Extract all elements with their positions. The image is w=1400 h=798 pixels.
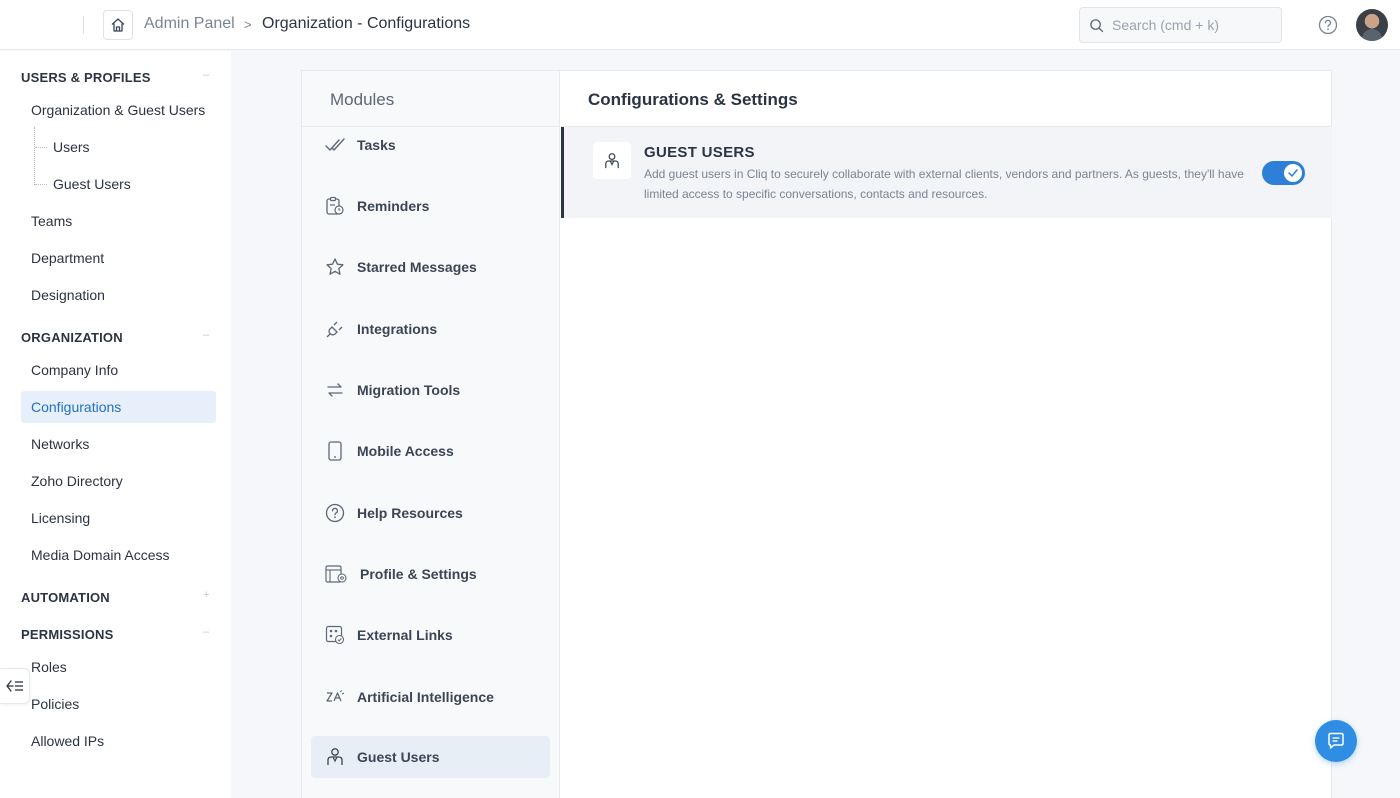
sidebar-item-company-info[interactable]: Company Info bbox=[21, 354, 216, 386]
configurations-card: Modules Tasks Reminders Starred Messages… bbox=[301, 70, 1332, 798]
sidebar-item-configurations[interactable]: Configurations bbox=[21, 391, 216, 423]
module-mobile-access[interactable]: Mobile Access bbox=[311, 430, 550, 472]
help-icon bbox=[1318, 15, 1338, 35]
collapse-menu-icon bbox=[5, 680, 23, 692]
section-permissions[interactable]: PERMISSIONS bbox=[21, 627, 114, 642]
setting-description: Add guest users in Cliq to securely coll… bbox=[644, 167, 1244, 201]
sidebar-item-teams[interactable]: Teams bbox=[21, 205, 216, 237]
module-integrations[interactable]: Integrations bbox=[311, 308, 550, 350]
breadcrumb-current: Organization - Configurations bbox=[262, 15, 471, 32]
sidebar-item-guest-users[interactable]: Guest Users bbox=[43, 168, 213, 200]
search-icon bbox=[1090, 18, 1104, 32]
collapse-users-profiles-icon[interactable]: – bbox=[203, 69, 209, 81]
home-button[interactable] bbox=[103, 10, 133, 40]
expand-automation-icon[interactable]: + bbox=[203, 589, 209, 601]
sidebar-item-department[interactable]: Department bbox=[21, 242, 216, 274]
modules-title: Modules bbox=[330, 90, 395, 109]
module-help-resources[interactable]: Help Resources bbox=[311, 492, 550, 534]
module-label: Starred Messages bbox=[357, 259, 477, 275]
module-starred-messages[interactable]: Starred Messages bbox=[311, 246, 550, 288]
module-profile-settings[interactable]: Profile & Settings bbox=[311, 553, 550, 595]
collapse-permissions-icon[interactable]: – bbox=[203, 626, 209, 638]
module-label: Artificial Intelligence bbox=[357, 689, 494, 705]
chat-bubble-icon bbox=[1328, 732, 1344, 749]
module-label: Help Resources bbox=[357, 505, 463, 521]
home-icon bbox=[111, 18, 125, 32]
mobile-icon bbox=[325, 441, 345, 461]
breadcrumb-separator: > bbox=[244, 17, 252, 32]
modules-panel: Modules Tasks Reminders Starred Messages… bbox=[302, 71, 560, 798]
reminders-icon bbox=[325, 196, 345, 216]
module-label: Profile & Settings bbox=[360, 566, 477, 582]
module-reminders[interactable]: Reminders bbox=[311, 185, 550, 227]
toggle-knob bbox=[1284, 164, 1302, 182]
star-icon bbox=[325, 257, 345, 277]
sidebar-item-roles[interactable]: Roles bbox=[21, 651, 216, 683]
module-label: Tasks bbox=[357, 137, 396, 153]
help-icon bbox=[325, 503, 345, 523]
sidebar-item-licensing[interactable]: Licensing bbox=[21, 502, 216, 534]
plug-icon bbox=[325, 319, 345, 339]
module-label: Reminders bbox=[357, 198, 430, 214]
sidebar-item-users[interactable]: Users bbox=[43, 131, 213, 163]
module-external-links[interactable]: External Links bbox=[311, 614, 550, 656]
sidebar-item-policies[interactable]: Policies bbox=[21, 688, 216, 720]
module-label: Migration Tools bbox=[357, 382, 461, 398]
guest-user-icon bbox=[325, 747, 345, 767]
search-input[interactable] bbox=[1112, 17, 1272, 33]
guest-users-setting-row: GUEST USERS Add guest users in Cliq to s… bbox=[561, 127, 1332, 218]
search-box[interactable] bbox=[1079, 7, 1282, 43]
section-organization[interactable]: ORGANIZATION bbox=[21, 330, 123, 345]
external-links-icon bbox=[325, 625, 345, 645]
ai-icon bbox=[325, 687, 345, 707]
module-label: Mobile Access bbox=[357, 443, 454, 459]
guest-users-toggle[interactable] bbox=[1262, 161, 1305, 185]
sidebar-item-allowed-ips[interactable]: Allowed IPs bbox=[21, 725, 216, 757]
help-button[interactable] bbox=[1318, 15, 1338, 40]
section-users-profiles[interactable]: USERS & PROFILES bbox=[21, 70, 151, 85]
module-artificial-intelligence[interactable]: Artificial Intelligence bbox=[311, 676, 550, 718]
collapse-organization-icon[interactable]: – bbox=[203, 329, 209, 341]
section-automation[interactable]: AUTOMATION bbox=[21, 590, 110, 605]
chat-button[interactable] bbox=[1315, 720, 1357, 762]
top-header: Admin Panel > Organization - Configurati… bbox=[0, 0, 1400, 50]
sidebar-item-designation[interactable]: Designation bbox=[21, 279, 216, 311]
migration-arrows-icon bbox=[325, 380, 345, 400]
profile-settings-icon bbox=[325, 564, 348, 584]
module-tasks[interactable]: Tasks bbox=[311, 124, 550, 166]
module-guest-users[interactable]: Guest Users bbox=[311, 736, 550, 778]
guest-user-icon bbox=[593, 142, 631, 179]
module-label: Integrations bbox=[357, 321, 438, 337]
settings-title: Configurations & Settings bbox=[588, 90, 798, 109]
left-sidebar: USERS & PROFILES – Organization & Guest … bbox=[0, 51, 231, 798]
check-icon bbox=[1288, 169, 1298, 177]
tasks-icon bbox=[325, 135, 345, 155]
sidebar-item-networks[interactable]: Networks bbox=[21, 428, 216, 460]
header-divider bbox=[83, 16, 84, 34]
breadcrumb-admin-panel[interactable]: Admin Panel bbox=[144, 15, 235, 33]
module-label: External Links bbox=[357, 627, 453, 643]
sidebar-item-org-guest-users[interactable]: Organization & Guest Users bbox=[21, 94, 216, 126]
tree-line bbox=[34, 127, 35, 185]
sidebar-item-media-domain-access[interactable]: Media Domain Access bbox=[21, 539, 216, 571]
module-migration-tools[interactable]: Migration Tools bbox=[311, 369, 550, 411]
user-avatar[interactable] bbox=[1356, 9, 1388, 41]
sidebar-item-zoho-directory[interactable]: Zoho Directory bbox=[21, 465, 216, 497]
collapse-sidebar-button[interactable] bbox=[0, 668, 30, 704]
setting-name: GUEST USERS bbox=[644, 144, 755, 161]
module-label: Guest Users bbox=[357, 749, 440, 765]
